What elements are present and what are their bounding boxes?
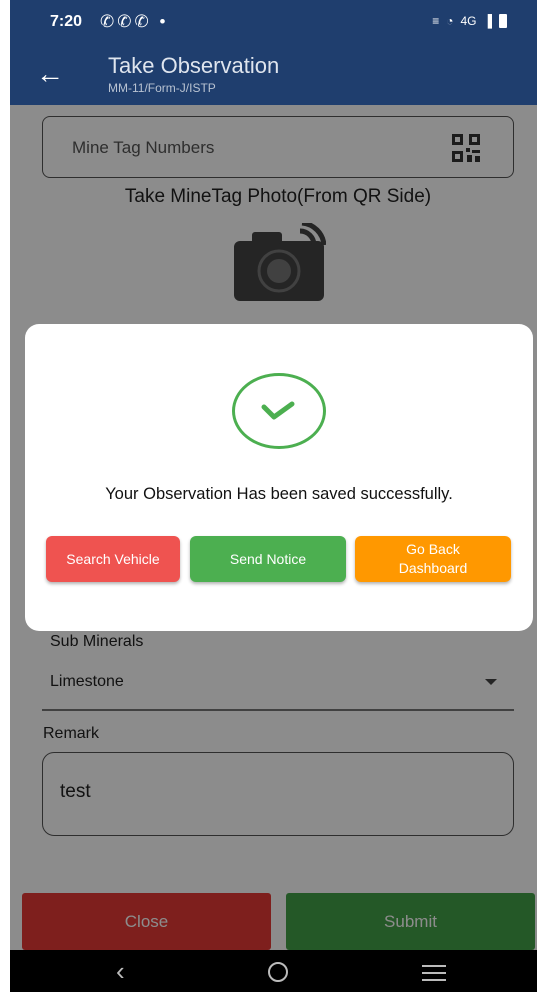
phone-screen: 7:20 ✆✆✆ • ≡ ◔ 4G ▐ ← Take Observation M…: [10, 0, 537, 992]
check-icon: [261, 401, 295, 420]
battery-icon: [499, 14, 507, 28]
page-subtitle: MM-11/Form-J/ISTP: [108, 81, 216, 95]
status-time: 7:20: [50, 13, 83, 30]
dialog-message: Your Observation Has been saved successf…: [105, 485, 453, 503]
nav-menu-icon[interactable]: [422, 965, 446, 986]
send-notice-button[interactable]: Send Notice: [190, 536, 346, 582]
status-bar: 7:20 ✆✆✆ • ≡ ◔ 4G ▐: [10, 0, 537, 50]
system-nav-bar: ‹: [10, 950, 537, 992]
notification-icons: ✆✆✆ •: [100, 12, 169, 31]
arrow-left-icon[interactable]: ←: [36, 58, 64, 90]
signal-icon: ▐: [483, 14, 492, 28]
nav-home-icon[interactable]: [268, 962, 288, 982]
wifi-icon: ◔: [446, 14, 454, 28]
success-dialog: Your Observation Has been saved successf…: [25, 324, 533, 631]
success-indicator: [232, 373, 326, 449]
search-vehicle-button[interactable]: Search Vehicle: [46, 536, 180, 582]
go-back-label-line2: Dashboard: [398, 560, 468, 576]
go-back-label-line1: Go Back: [406, 541, 460, 557]
vibrate-icon: ≡: [432, 14, 440, 28]
network-type: 4G: [460, 14, 477, 28]
nav-back-icon[interactable]: ‹: [116, 956, 125, 987]
page-title: Take Observation: [108, 53, 280, 78]
system-icons: ≡ ◔ 4G ▐: [432, 14, 507, 28]
go-back-dashboard-button[interactable]: Go Back Dashboard: [355, 536, 511, 582]
app-bar: ← Take Observation MM-11/Form-J/ISTP: [10, 50, 537, 105]
